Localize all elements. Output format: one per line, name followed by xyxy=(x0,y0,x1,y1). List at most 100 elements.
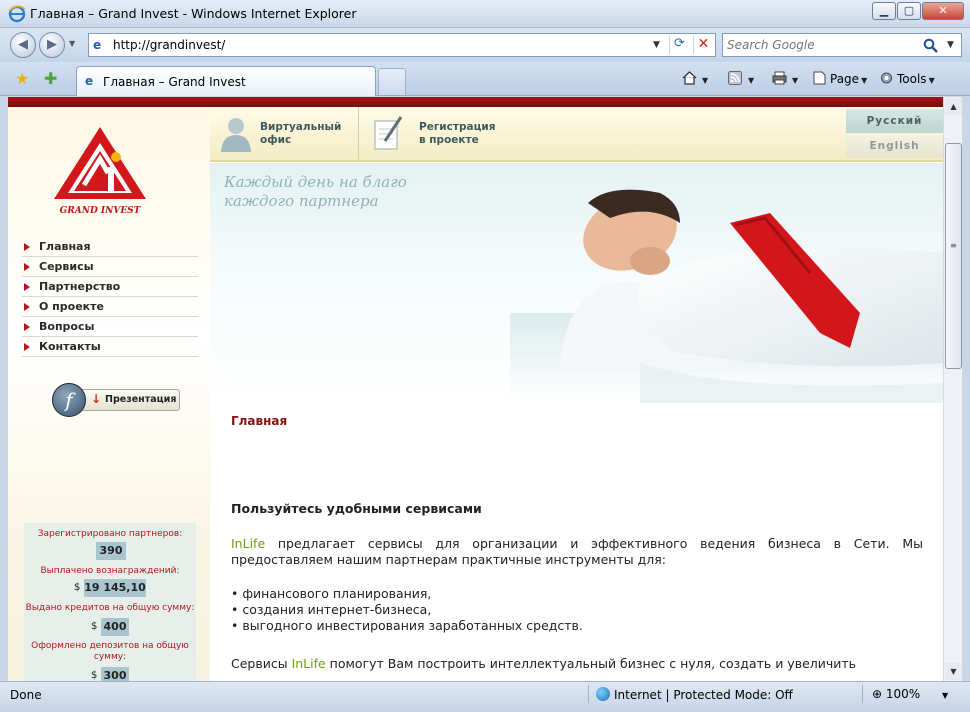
search-box[interactable]: ▼ xyxy=(722,33,962,57)
page-menu-icon xyxy=(813,71,826,85)
zoom-level: 100% xyxy=(885,687,921,701)
menu-item-partnership[interactable]: Партнерство xyxy=(22,277,198,297)
menu-item-label: Главная xyxy=(39,240,91,253)
menu-bullet-icon xyxy=(24,243,30,251)
tab-active[interactable]: e Главная – Grand Invest xyxy=(76,66,376,96)
scroll-grip-icon: ≡ xyxy=(950,241,957,250)
vertical-scrollbar[interactable]: ▲ ≡ ▼ xyxy=(943,97,962,681)
presentation-button[interactable]: ↓ Презентация f xyxy=(52,383,180,417)
virtual-office-link[interactable]: Виртуальный офис xyxy=(210,107,358,162)
zoom-chevron-icon[interactable]: ▼ xyxy=(942,691,948,700)
download-arrow-icon: ↓ xyxy=(91,392,102,406)
page-breadcrumb: Главная xyxy=(231,414,288,428)
menu-item-label: Сервисы xyxy=(39,260,94,273)
menu-item-label: Контакты xyxy=(39,340,101,353)
stop-button[interactable]: ✕ xyxy=(693,36,713,54)
menu-bullet-icon xyxy=(24,283,30,291)
refresh-button[interactable]: ⟳ xyxy=(669,36,689,54)
add-favorites-icon[interactable]: ✚ xyxy=(44,69,57,88)
scroll-thumb[interactable]: ≡ xyxy=(945,143,962,369)
title-bar: Главная – Grand Invest - Windows Interne… xyxy=(0,0,970,28)
rewards-value: 19 145,10 xyxy=(84,579,146,597)
main-menu: Главная Сервисы Партнерство О проекте Во… xyxy=(22,237,198,357)
print-button[interactable]: ▼ xyxy=(772,71,798,86)
menu-item-label: Партнерство xyxy=(39,280,121,293)
registration-line2: в проекте xyxy=(419,134,479,146)
tools-menu-label: Tools xyxy=(897,72,927,86)
tab-bar: ★ ✚ e Главная – Grand Invest ▼ ▼ ▼ Page ▼… xyxy=(0,62,970,96)
status-text: Done xyxy=(10,688,42,702)
search-input[interactable] xyxy=(727,37,917,53)
tab-label: Главная – Grand Invest xyxy=(103,75,246,89)
list-item: • выгодного инвестирования заработанных … xyxy=(231,618,583,633)
deposits-label-line2: сумму: xyxy=(93,652,127,662)
page-menu-button[interactable]: Page ▼ xyxy=(812,71,867,86)
partners-value: 390 xyxy=(96,542,126,560)
virtual-office-line2: офис xyxy=(260,134,292,146)
menu-bullet-icon xyxy=(24,263,30,271)
zoom-magnifier-icon: ⊕ xyxy=(872,687,883,701)
intro-text: предлагает сервисы для организации и эфф… xyxy=(231,536,923,567)
minimize-button[interactable]: ▁ xyxy=(872,2,896,20)
new-tab-button[interactable] xyxy=(378,68,406,95)
grand-invest-logo[interactable]: GRAND INVEST xyxy=(50,125,150,217)
credits-currency: $ xyxy=(91,621,98,632)
menu-item-home[interactable]: Главная xyxy=(22,237,198,257)
address-dropdown-icon[interactable]: ▼ xyxy=(653,40,660,50)
credits-label: Выдано кредитов на общую сумму: xyxy=(25,603,195,613)
maximize-button[interactable]: ▢ xyxy=(897,2,921,20)
list-item: • финансового планирования, xyxy=(231,586,432,601)
notepad-pen-icon xyxy=(374,116,403,150)
logo-wordmark: GRAND INVEST xyxy=(60,206,142,216)
zoom-control[interactable]: ⊕ 100% ▼ xyxy=(872,687,948,701)
registration-link[interactable]: Регистрация в проекте xyxy=(359,107,559,162)
rss-feed-icon xyxy=(728,71,742,85)
status-bar: Done Internet | Protected Mode: Off ⊕ 10… xyxy=(0,681,970,712)
search-icon[interactable] xyxy=(923,38,939,54)
section-heading: Пользуйтесь удобными сервисами xyxy=(231,501,482,516)
menu-item-services[interactable]: Сервисы xyxy=(22,257,198,277)
language-russian[interactable]: Русский xyxy=(846,109,943,133)
flash-icon: f xyxy=(52,383,86,417)
rewards-currency: $ xyxy=(74,582,81,593)
close-window-button[interactable]: ✕ xyxy=(922,2,964,20)
search-options-chevron-icon[interactable]: ▼ xyxy=(947,40,954,50)
tools-menu-button[interactable]: Tools ▼ xyxy=(879,71,935,86)
menu-bullet-icon xyxy=(24,323,30,331)
top-navigation: Виртуальный офис Регистрация в проекте Рус… xyxy=(210,107,943,162)
address-url[interactable]: http://grandinvest/ xyxy=(113,38,225,52)
menu-item-faq[interactable]: Вопросы xyxy=(22,317,198,337)
forward-button[interactable]: ▶ xyxy=(39,32,65,58)
deposits-value: 300 xyxy=(101,667,129,681)
services-paragraph: Сервисы InLife помогут Вам построить инт… xyxy=(231,656,923,672)
page-icon: e xyxy=(93,38,102,52)
back-button[interactable]: ◀ xyxy=(10,32,36,58)
services-text-start: Сервисы xyxy=(231,656,292,671)
language-english[interactable]: English xyxy=(846,134,943,158)
gear-icon xyxy=(881,72,892,84)
ie-logo-icon xyxy=(8,5,26,23)
home-icon xyxy=(682,71,697,85)
navigation-bar: ◀ ▶ ▼ e http://grandinvest/ ▼ ⟳ ✕ ▼ xyxy=(0,28,970,62)
menu-item-contacts[interactable]: Контакты xyxy=(22,337,198,357)
security-zone[interactable]: Internet | Protected Mode: Off xyxy=(596,687,793,702)
page-viewport: GRAND INVEST Главная Сервисы Партнерство… xyxy=(8,97,943,681)
presentation-button-body[interactable]: ↓ Презентация xyxy=(80,389,180,411)
address-bar[interactable]: e http://grandinvest/ ▼ ⟳ ✕ xyxy=(88,33,716,57)
feature-list: • финансового планирования, • создания и… xyxy=(231,586,583,634)
window-frame-right xyxy=(962,97,970,681)
hero-banner: Каждый день на благо каждого партнера xyxy=(210,163,943,403)
printer-icon xyxy=(772,71,787,85)
recent-pages-chevron-icon[interactable]: ▼ xyxy=(69,39,75,48)
deposits-currency: $ xyxy=(91,670,98,681)
favorites-star-icon[interactable]: ★ xyxy=(15,69,29,88)
scroll-up-arrow-icon[interactable]: ▲ xyxy=(945,98,962,115)
feeds-button[interactable]: ▼ xyxy=(728,71,754,86)
home-button[interactable]: ▼ xyxy=(682,71,708,86)
scroll-down-arrow-icon[interactable]: ▼ xyxy=(945,663,962,680)
menu-item-about[interactable]: О проекте xyxy=(22,297,198,317)
status-divider xyxy=(588,685,589,703)
security-zone-label: Internet | Protected Mode: Off xyxy=(614,688,793,702)
globe-icon xyxy=(596,687,610,701)
banner-illustration xyxy=(510,189,943,403)
